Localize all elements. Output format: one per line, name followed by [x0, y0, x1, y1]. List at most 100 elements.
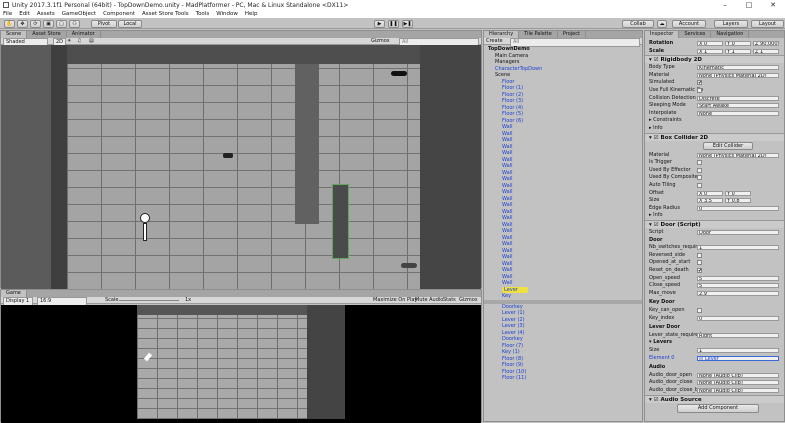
checkbox[interactable] — [697, 160, 702, 166]
layers-dropdown[interactable]: Layers — [714, 20, 748, 28]
rect-tool-icon[interactable]: ▢ — [56, 20, 67, 28]
menu-asset-store-tools[interactable]: Asset Store Tools — [142, 11, 189, 17]
transform-tool-icon[interactable]: ⚇ — [69, 20, 80, 28]
z-field[interactable]: Z 90.000 — [753, 41, 779, 46]
scale-slider[interactable] — [119, 300, 179, 301]
field-value[interactable]: None (Physics Material 2D) — [697, 72, 779, 78]
tab-tile-palette[interactable]: Tile Palette — [519, 31, 558, 38]
door-sprite[interactable] — [332, 184, 349, 259]
field-value[interactable]: Right — [697, 332, 779, 338]
field-value[interactable]: Kinematic — [697, 65, 779, 71]
minimize-icon[interactable]: – — [713, 0, 737, 10]
field-value[interactable]: Start Awake — [697, 103, 779, 109]
tab-animator[interactable]: Animator — [67, 31, 101, 38]
audio-icon[interactable]: ♫ — [77, 38, 81, 45]
gizmos-dropdown[interactable]: Gizmos — [371, 38, 389, 45]
checkbox[interactable] — [697, 260, 702, 266]
tab-hierarchy[interactable]: Hierarchy — [484, 31, 520, 38]
account-dropdown[interactable]: Account — [672, 20, 706, 28]
checkbox[interactable] — [697, 252, 702, 258]
collab-button[interactable]: Collab — [622, 20, 654, 28]
mute-audio-toggle[interactable]: Mute Audio — [415, 297, 443, 304]
menu-edit[interactable]: Edit — [19, 11, 30, 17]
y-field[interactable]: Y 0 — [725, 190, 751, 196]
key-sprite[interactable] — [391, 71, 407, 76]
y-field[interactable]: Y 0 — [725, 41, 751, 46]
y-field[interactable]: Y 1 — [725, 48, 751, 54]
step-icon[interactable]: ▶❚ — [402, 20, 413, 28]
game-gizmos-dropdown[interactable]: Gizmos — [459, 297, 477, 304]
checkbox[interactable] — [697, 175, 702, 181]
x-field[interactable]: X 0 — [697, 190, 723, 196]
component-header[interactable]: ▾ ☑ Audio Source⚙ — [645, 394, 784, 403]
checkbox[interactable]: ✔ — [697, 80, 702, 86]
menu-file[interactable]: File — [3, 11, 12, 17]
checkbox[interactable] — [697, 183, 702, 188]
field-value[interactable]: 0 — [697, 205, 779, 211]
field-value[interactable]: 5 — [697, 275, 779, 281]
menu-window[interactable]: Window — [216, 11, 238, 17]
create-dropdown[interactable]: Create — [486, 38, 503, 45]
y-field[interactable]: Y 0.8 — [725, 198, 751, 204]
field-value[interactable]: None — [697, 110, 779, 116]
menu-assets[interactable]: Assets — [37, 11, 55, 17]
tab-services[interactable]: Services — [679, 31, 712, 38]
field-value[interactable]: None (Physics Material 2D) — [697, 152, 779, 158]
hierarchy-item[interactable]: Floor (11) — [484, 375, 642, 382]
add-component-button[interactable]: Add Component — [677, 403, 759, 413]
scene-view[interactable] — [1, 45, 481, 289]
field-value[interactable]: None (Audio Clip) — [697, 372, 779, 378]
field-value[interactable]: Door — [697, 230, 779, 235]
close-icon[interactable]: ✕ — [761, 0, 785, 10]
z-field[interactable]: Z 1 — [753, 48, 779, 54]
menu-component[interactable]: Component — [103, 11, 135, 17]
cloud-icon[interactable]: ☁ — [657, 20, 667, 28]
tab-project[interactable]: Project — [558, 31, 586, 38]
rotate-tool-icon[interactable]: ⟳ — [30, 20, 41, 28]
lever-sprite[interactable] — [223, 153, 233, 158]
hand-tool-icon[interactable]: ✋ — [4, 20, 15, 28]
layout-dropdown[interactable]: Layout — [751, 20, 784, 28]
component-header[interactable]: ▾ ☑ Door (Script)⚙ — [645, 220, 784, 228]
checkbox[interactable] — [697, 308, 702, 313]
tab-scene[interactable]: Scene — [1, 31, 28, 38]
x-field[interactable]: X 3.5 — [697, 198, 723, 204]
maximize-on-play-toggle[interactable]: Maximize On Play — [373, 297, 417, 304]
pivot-button[interactable]: Pivot — [91, 20, 117, 28]
light-icon[interactable]: ☀ — [67, 38, 71, 45]
checkbox[interactable] — [697, 88, 702, 93]
move-tool-icon[interactable]: ✥ — [17, 20, 28, 28]
checkbox[interactable]: ✔ — [697, 268, 702, 274]
menu-help[interactable]: Help — [245, 11, 258, 17]
field-value[interactable]: 2.9 — [697, 290, 779, 296]
field-value[interactable]: 5 — [697, 283, 779, 289]
component-header[interactable]: ▾ ☑ Rigidbody 2D⚙ — [645, 55, 784, 64]
field-value[interactable]: 1 — [697, 245, 779, 251]
menu-tools[interactable]: Tools — [196, 11, 210, 17]
menu-gameobject[interactable]: GameObject — [62, 11, 96, 17]
image-icon[interactable]: ▤ — [89, 38, 94, 45]
field-value[interactable]: 0 — [697, 315, 779, 321]
pause-icon[interactable]: ❚❚ — [388, 20, 399, 28]
tab-game[interactable]: Game — [1, 290, 27, 297]
tab-navigation[interactable]: Navigation — [711, 31, 750, 38]
game-view[interactable] — [1, 305, 481, 423]
tab-inspector[interactable]: Inspector — [645, 31, 680, 38]
field-value[interactable]: None (Audio Clip) — [697, 380, 779, 386]
tab-asset-store[interactable]: Asset Store — [27, 31, 67, 38]
x-field[interactable]: X 0 — [697, 41, 723, 46]
checkbox[interactable] — [697, 167, 702, 173]
play-icon[interactable]: ▶ — [374, 20, 385, 28]
component-header[interactable]: ▾ ☑ Box Collider 2D⚙ — [645, 132, 784, 141]
field-value[interactable]: Discrete — [697, 95, 779, 101]
x-field[interactable]: X 1 — [697, 48, 723, 54]
field-value[interactable]: ◎ Lever — [697, 355, 779, 361]
key-sprite-2[interactable] — [401, 263, 417, 268]
field-value[interactable]: None (Audio Clip) — [697, 388, 779, 393]
maximize-icon[interactable]: □ — [737, 0, 761, 10]
edit-collider-button[interactable]: Edit Collider — [703, 141, 753, 150]
field-value[interactable]: 1 — [697, 348, 779, 353]
stats-toggle[interactable]: Stats — [443, 297, 456, 304]
character-sprite[interactable] — [139, 213, 151, 243]
scale-tool-icon[interactable]: ▣ — [43, 20, 54, 28]
